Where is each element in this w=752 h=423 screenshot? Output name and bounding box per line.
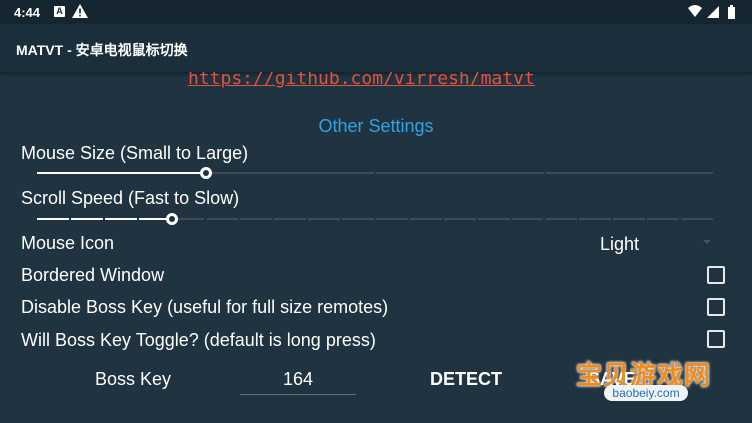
slider-segment: [104, 218, 137, 220]
mouse-size-label: Mouse Size (Small to Large): [21, 143, 249, 163]
settings-content[interactable]: https://github.com/virresh/matvt Other S…: [0, 72, 752, 423]
mouse-icon-label: Mouse Icon: [21, 233, 115, 253]
slider-segment: [613, 218, 646, 220]
slider-segment: [37, 172, 205, 174]
boss-key-value: 164: [283, 369, 314, 389]
mouse-icon-dropdown[interactable]: Light: [600, 234, 639, 255]
slider-segment: [274, 218, 307, 220]
scroll-speed-label: Scroll Speed (Fast to Slow): [21, 188, 240, 208]
mouse-size-slider[interactable]: [36, 167, 714, 179]
slider-segment: [579, 218, 612, 220]
status-bar: 4:44 A: [0, 0, 752, 24]
wifi-icon: [688, 5, 702, 17]
alert-icon: [72, 4, 88, 18]
watermark-domain: baobeiy.com: [604, 385, 688, 401]
bordered-window-checkbox[interactable]: [707, 266, 725, 284]
slider-segment: [545, 172, 713, 174]
detect-button[interactable]: DETECT: [430, 369, 502, 390]
slider-segment: [376, 218, 408, 220]
boss-key-toggle-checkbox[interactable]: [707, 330, 725, 348]
battery-icon: [728, 5, 735, 19]
disable-boss-key-checkbox[interactable]: [707, 298, 725, 316]
app-bar: MATVT - 安卓电视鼠标切换: [0, 24, 752, 72]
system-status-icons: [688, 5, 735, 19]
a-notification-icon: A: [54, 6, 65, 17]
slider-segment: [70, 218, 103, 220]
boss-key-toggle-label: Will Boss Key Toggle? (default is long p…: [21, 330, 376, 350]
slider-segment: [477, 218, 510, 220]
boss-key-input[interactable]: 164: [240, 364, 356, 395]
slider-segment: [37, 218, 69, 220]
bordered-window-label: Bordered Window: [21, 265, 165, 285]
slider-segment: [206, 218, 239, 220]
section-title: Other Settings: [318, 116, 434, 136]
slider-segment: [206, 172, 374, 174]
slider-thumb[interactable]: [199, 167, 212, 179]
signal-icon: [707, 6, 719, 18]
slider-segment: [342, 218, 374, 220]
status-time: 4:44: [14, 5, 41, 20]
slider-segment: [308, 218, 341, 220]
boss-key-label: Boss Key: [95, 369, 172, 389]
slider-segment: [409, 218, 442, 220]
slider-segment: [376, 172, 544, 174]
slider-segment: [240, 218, 273, 220]
app-title: MATVT - 安卓电视鼠标切换: [16, 42, 188, 58]
dropdown-arrow-icon[interactable]: [703, 240, 711, 244]
slider-segment: [545, 218, 578, 220]
slider-thumb[interactable]: [165, 213, 178, 225]
github-link[interactable]: https://github.com/virresh/matvt: [188, 72, 535, 89]
scroll-speed-slider[interactable]: [36, 213, 714, 225]
slider-segment: [647, 218, 680, 220]
slider-segment: [681, 218, 713, 220]
disable-boss-key-label: Disable Boss Key (useful for full size r…: [21, 297, 389, 317]
slider-segment: [511, 218, 544, 220]
slider-segment: [443, 218, 476, 220]
